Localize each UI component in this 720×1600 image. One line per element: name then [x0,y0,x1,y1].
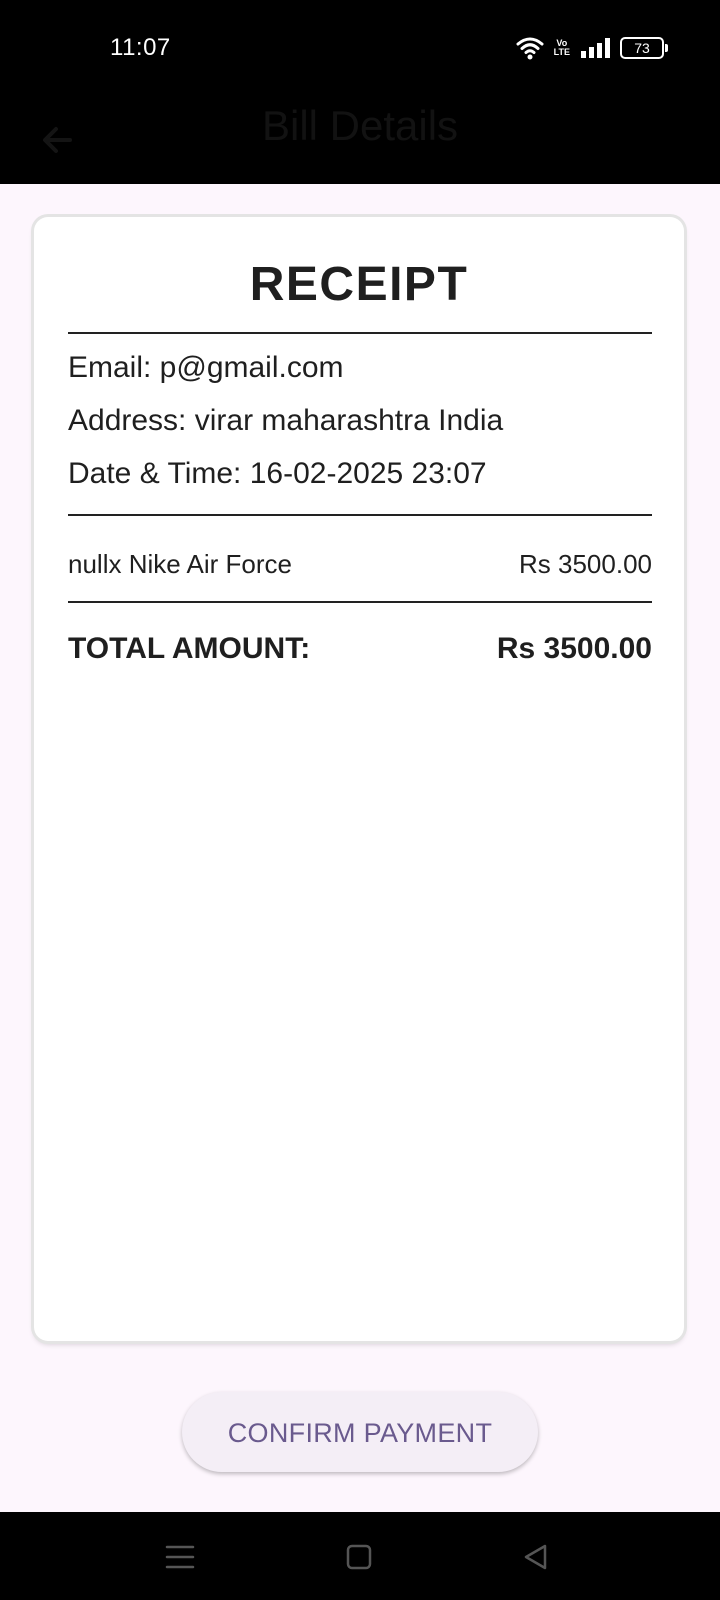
home-icon[interactable] [342,1540,376,1574]
list-item: nullx Nike Air Force Rs 3500.00 [68,549,652,580]
wifi-icon [516,37,544,60]
address-line: Address: virar maharashtra India [68,404,504,437]
datetime-line: Date & Time: 16-02-2025 23:07 [68,457,487,490]
volte-bottom: LTE [553,47,570,57]
confirm-payment-button[interactable]: CONFIRM PAYMENT [182,1392,538,1472]
status-time: 11:07 [110,34,171,61]
back-triangle-icon[interactable] [519,1540,553,1574]
receipt-title: RECEIPT [249,258,469,311]
item-price: Rs 3500.00 [519,549,652,579]
item-name: nullx Nike Air Force [68,549,292,579]
total-label: TOTAL AMOUNT: [68,632,311,665]
menu-icon[interactable] [163,1540,197,1574]
navigation-bar [0,1512,720,1600]
battery-level: 73 [634,40,650,56]
page-title: Bill Details [261,102,459,149]
total-value: Rs 3500.00 [496,632,652,665]
divider [68,601,652,603]
divider [68,332,652,334]
battery-icon: 73 [620,37,668,59]
status-bar: 11:07 Vo LTE 73 [0,0,720,96]
arrow-left-icon[interactable] [36,118,80,162]
app-bar: Bill Details [0,96,720,184]
status-icons: Vo LTE 73 [516,34,668,62]
divider [68,514,652,516]
email-line: Email: p@gmail.com [68,351,344,384]
receipt-card: RECEIPT Email: p@gmail.com Address: vira… [34,217,684,1341]
signal-icon [581,38,610,58]
volte-icon: Vo LTE [554,39,570,57]
total-row: TOTAL AMOUNT: Rs 3500.00 [68,632,652,666]
